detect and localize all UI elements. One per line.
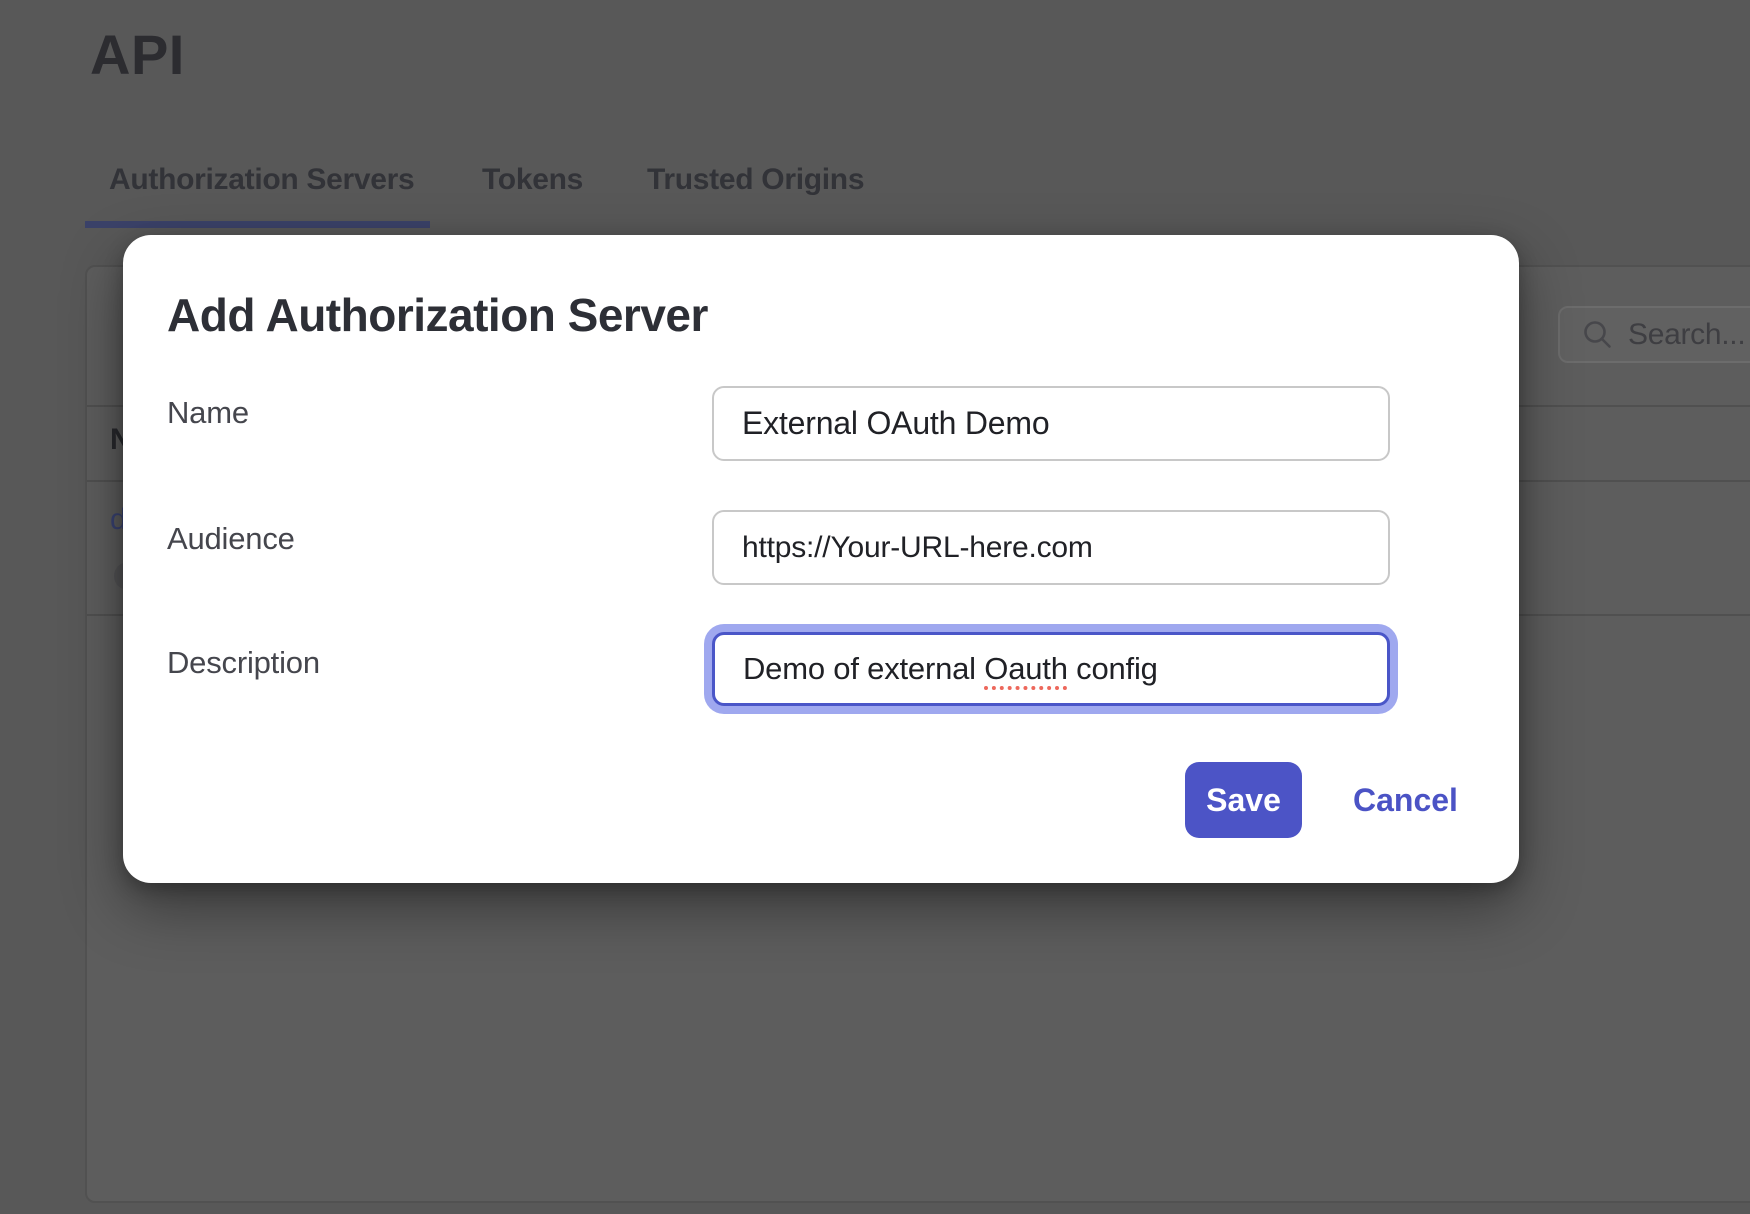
- name-input[interactable]: [712, 386, 1390, 461]
- search-icon: [1582, 319, 1614, 351]
- description-input[interactable]: Demo of external Oauth config: [712, 632, 1390, 706]
- description-text-after: config: [1068, 651, 1158, 687]
- name-label: Name: [167, 395, 249, 431]
- audience-input[interactable]: [712, 510, 1390, 585]
- screen: API Authorization Servers Tokens Trusted…: [0, 0, 1750, 1214]
- description-label: Description: [167, 645, 320, 681]
- active-tab-underline: [85, 221, 430, 228]
- cancel-button[interactable]: Cancel: [1353, 762, 1458, 838]
- modal-title: Add Authorization Server: [167, 288, 708, 342]
- add-authorization-server-modal: Add Authorization Server Name Audience D…: [123, 235, 1519, 883]
- audience-label: Audience: [167, 521, 295, 557]
- description-text-before: Demo of external: [743, 651, 984, 687]
- description-text-misspelled: Oauth: [984, 651, 1067, 687]
- tab-authorization-servers[interactable]: Authorization Servers: [109, 163, 414, 197]
- page-title: API: [90, 22, 185, 87]
- search-placeholder: Search...: [1628, 318, 1745, 352]
- tab-tokens[interactable]: Tokens: [482, 163, 583, 197]
- tab-trusted-origins[interactable]: Trusted Origins: [647, 163, 864, 197]
- search-box[interactable]: Search...: [1558, 306, 1750, 363]
- save-button[interactable]: Save: [1185, 762, 1302, 838]
